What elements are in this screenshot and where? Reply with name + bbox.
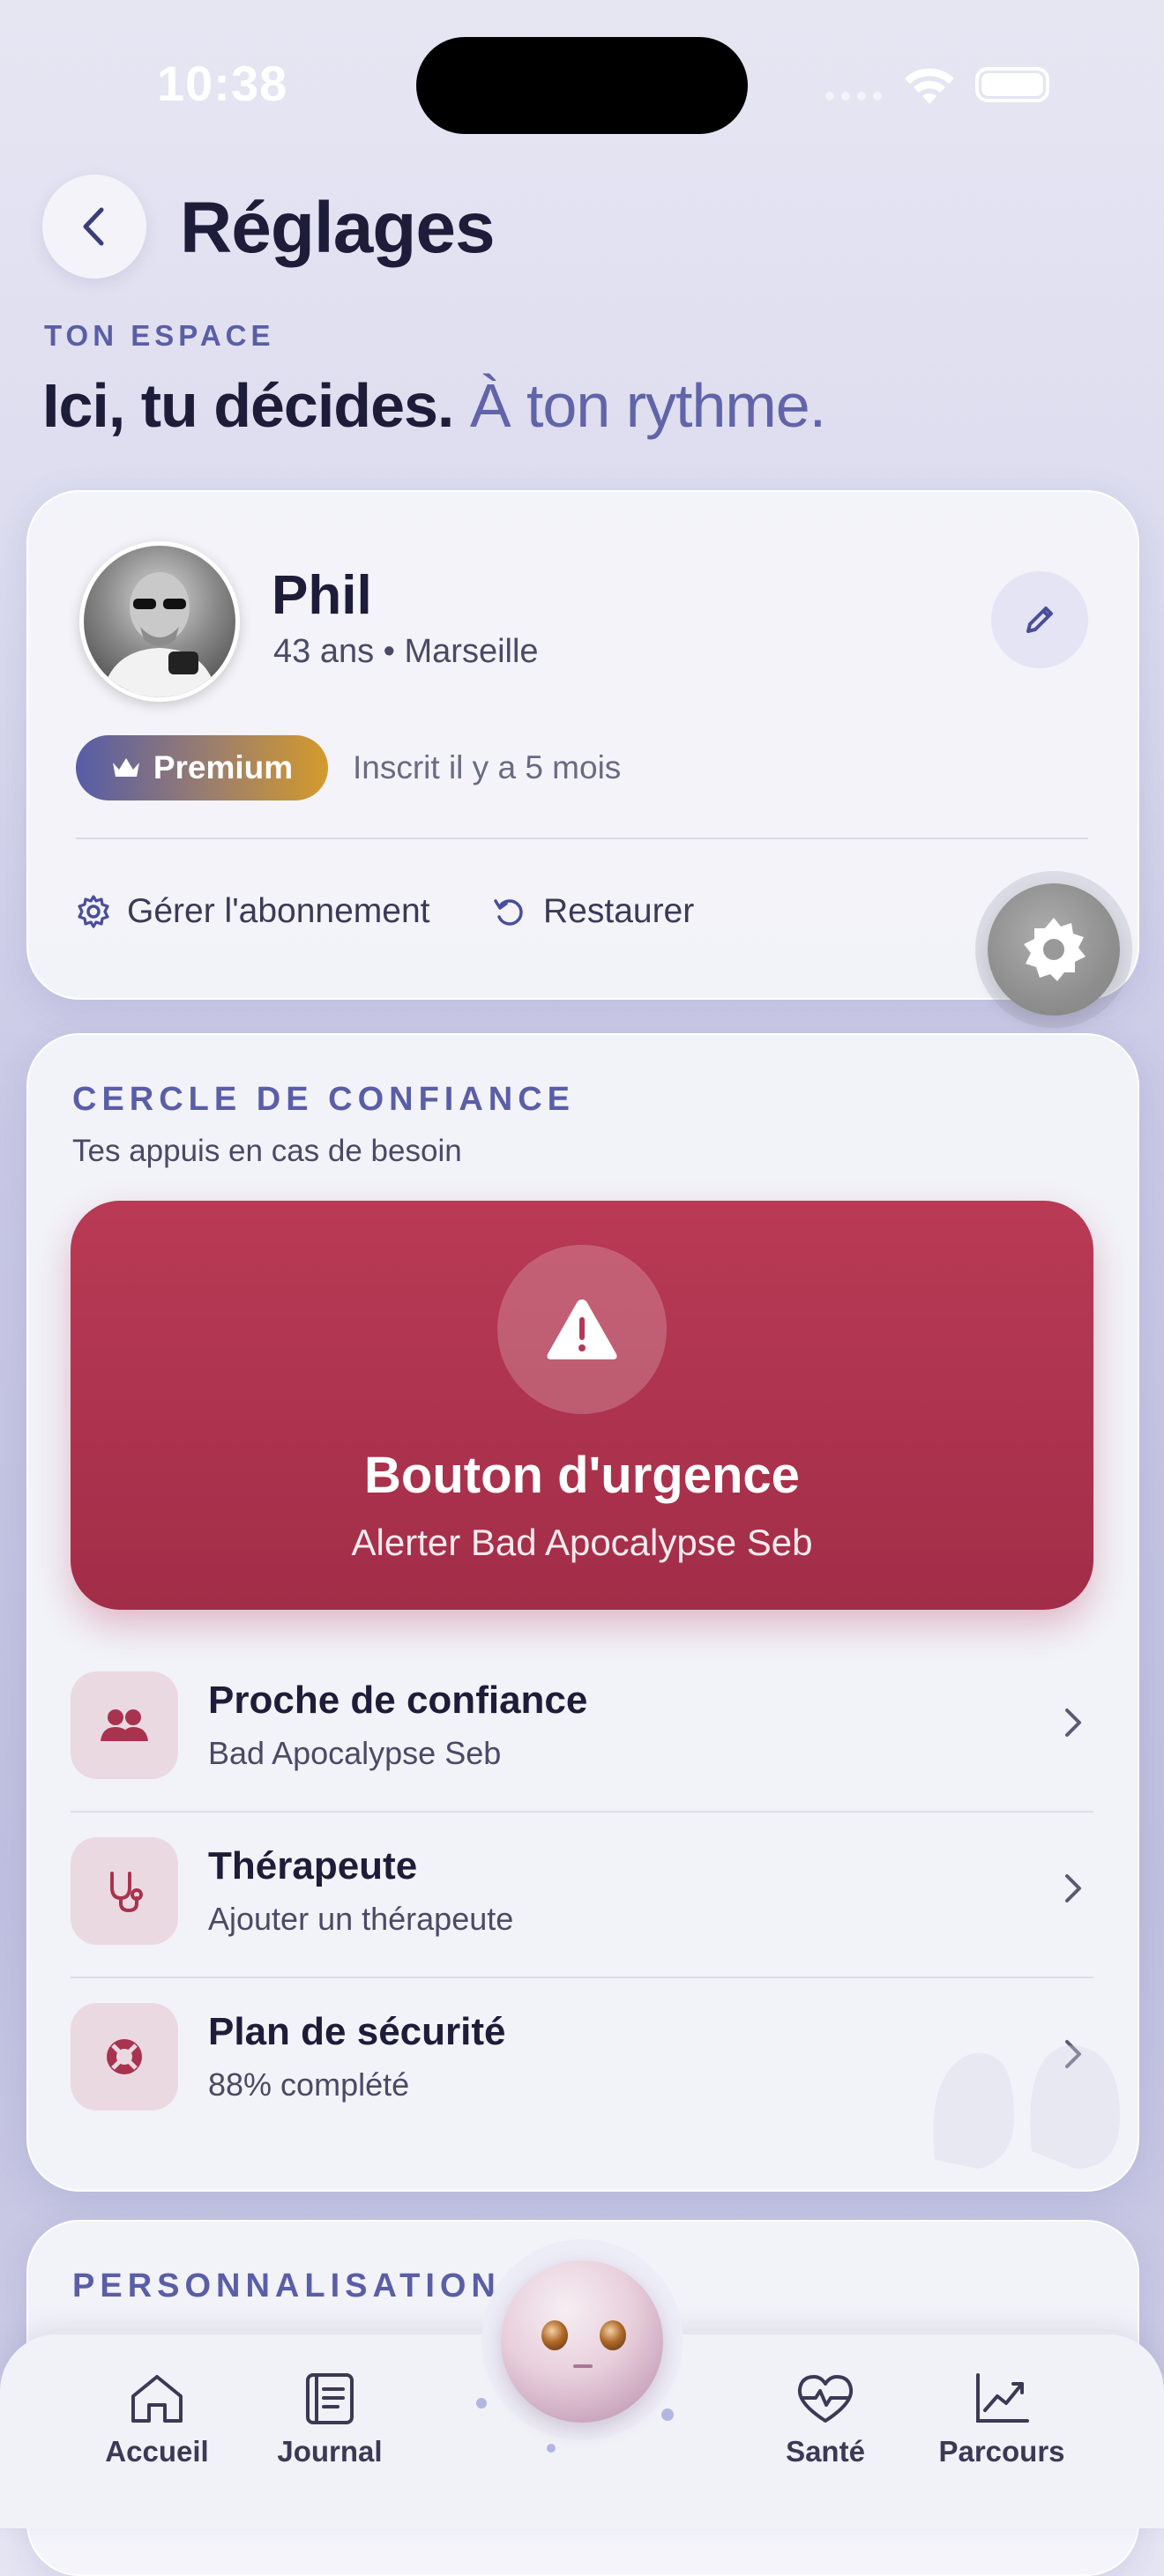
tab-journal[interactable]: Journal <box>242 2371 418 2468</box>
section-eyebrow: TON ESPACE <box>44 319 275 352</box>
chevron-right-icon <box>1065 1874 1081 1902</box>
gear-icon <box>78 895 109 928</box>
floating-settings-button[interactable] <box>988 883 1120 1016</box>
profile-meta: 43 ans • Marseille <box>273 633 539 670</box>
list-item-title: Thérapeute <box>208 1844 418 1887</box>
status-time: 10:38 <box>157 56 288 111</box>
tab-label: Accueil <box>105 2435 209 2468</box>
trust-circle-subtitle: Tes appuis en cas de besoin <box>72 1134 462 1168</box>
warning-icon <box>547 1299 617 1359</box>
tab-label: Parcours <box>938 2435 1065 2468</box>
chevron-right-icon <box>1065 1709 1081 1737</box>
tab-sante[interactable]: Santé <box>737 2371 914 2468</box>
list-item-subtitle: Ajouter un thérapeute <box>208 1901 514 1937</box>
emergency-subtitle: Alerter Bad Apocalypse Seb <box>351 1522 813 1563</box>
list-item-title: Proche de confiance <box>208 1679 588 1722</box>
manage-subscription-label: Gérer l'abonnement <box>127 892 430 930</box>
decorative-dot <box>476 2398 487 2408</box>
journal-icon <box>306 2373 354 2424</box>
decorative-dot <box>661 2408 674 2421</box>
tab-label: Santé <box>786 2435 865 2468</box>
gear-icon <box>1024 918 1086 981</box>
lifebuoy-icon <box>71 2003 178 2111</box>
emergency-icon-circle <box>497 1245 667 1414</box>
restore-label: Restaurer <box>543 892 695 930</box>
dynamic-island <box>416 37 748 134</box>
tab-accueil[interactable]: Accueil <box>69 2371 245 2468</box>
tab-parcours[interactable]: Parcours <box>914 2371 1090 2468</box>
list-item-title: Plan de sécurité <box>208 2010 506 2053</box>
headline: Ici, tu décides. À ton rythme. <box>42 370 826 441</box>
divider <box>76 838 1088 839</box>
joined-text: Inscrit il y a 5 mois <box>353 749 622 785</box>
crown-icon <box>112 758 139 777</box>
wifi-icon <box>905 68 954 104</box>
premium-label: Premium <box>153 749 294 785</box>
heart-pulse-icon <box>797 2375 854 2423</box>
headline-strong: Ici, tu décides. <box>42 371 454 440</box>
list-item-subtitle: 88% complété <box>208 2066 410 2103</box>
back-button[interactable] <box>42 175 146 279</box>
manage-subscription-button[interactable]: Gérer l'abonnement <box>76 892 429 931</box>
people-icon <box>71 1671 178 1779</box>
signal-icon <box>825 92 885 102</box>
avatar-photo <box>101 572 218 697</box>
page-title: Réglages <box>180 188 496 268</box>
decorative-dot <box>547 2444 556 2453</box>
headline-soft: À ton rythme. <box>469 371 826 440</box>
list-item-subtitle: Bad Apocalypse Seb <box>208 1735 502 1771</box>
pencil-icon <box>1026 607 1053 633</box>
restore-button[interactable]: Restaurer <box>492 892 694 931</box>
avatar[interactable] <box>79 541 240 702</box>
chart-trend-icon <box>976 2373 1029 2423</box>
battery-icon <box>975 67 1049 102</box>
decorative-shape <box>933 2045 1120 2169</box>
trust-circle-title: CERCLE DE CONFIANCE <box>72 1081 576 1118</box>
edit-profile-button[interactable] <box>991 571 1088 668</box>
chevron-left-icon <box>83 207 104 246</box>
list-item-therapist[interactable]: Thérapeute Ajouter un thérapeute <box>71 1813 1093 1978</box>
home-icon <box>131 2375 183 2423</box>
stethoscope-icon <box>71 1837 178 1945</box>
mascot-eye <box>600 2320 626 2350</box>
emergency-title: Bouton d'urgence <box>364 1447 800 1504</box>
restore-icon <box>494 899 523 926</box>
mascot-eye <box>541 2320 568 2350</box>
personalisation-title: PERSONNALISATION <box>72 2267 501 2304</box>
premium-badge: Premium <box>76 735 328 800</box>
list-item-trusted-contact[interactable]: Proche de confiance Bad Apocalypse Seb <box>71 1647 1093 1813</box>
profile-name: Phil <box>272 565 372 626</box>
tab-label: Journal <box>277 2435 383 2468</box>
mascot-button[interactable] <box>501 2260 663 2423</box>
mascot-mouth <box>573 2364 593 2368</box>
